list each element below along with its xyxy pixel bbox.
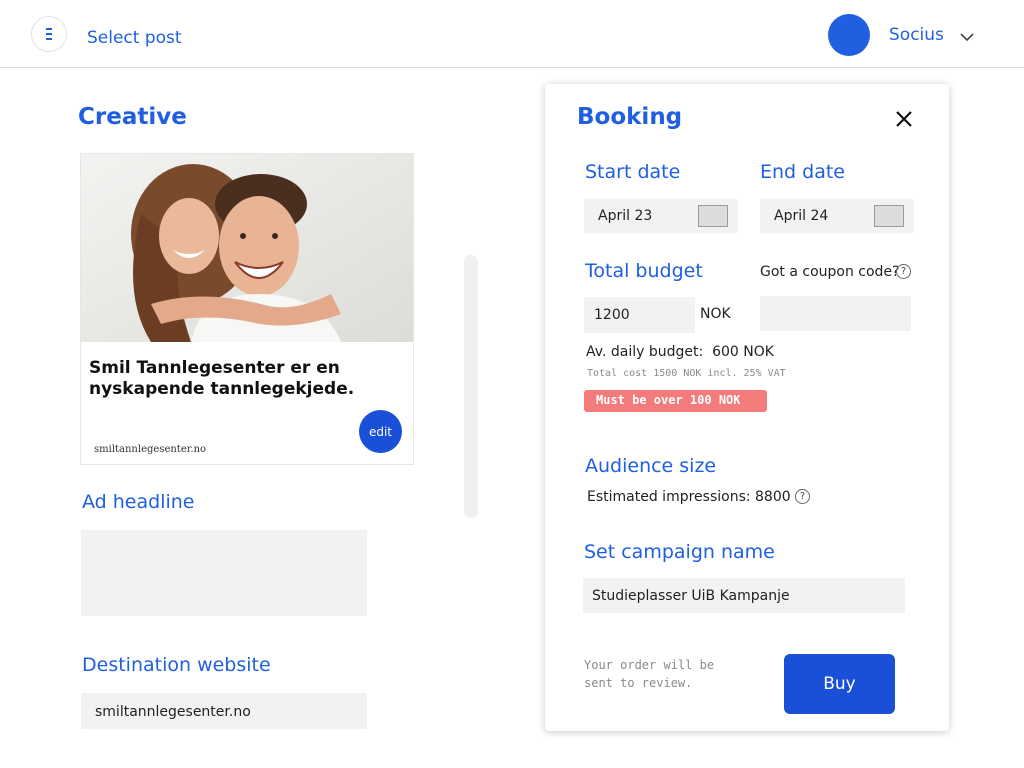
currency-label: NOK [700, 306, 731, 322]
total-budget-input[interactable]: 1200 [584, 297, 695, 333]
creative-title: Creative [78, 104, 187, 130]
campaign-name-label: Set campaign name [584, 541, 775, 563]
daily-budget-value: 600 NOK [712, 344, 774, 360]
scrollbar[interactable] [464, 255, 478, 518]
coupon-label: Got a coupon code? [760, 264, 900, 280]
user-name[interactable]: Socius [889, 25, 944, 45]
buy-button[interactable]: Buy [784, 654, 895, 714]
select-post-link[interactable]: Select post [87, 28, 182, 48]
daily-budget-label: Av. daily budget: [586, 344, 704, 360]
ad-photo [81, 154, 413, 342]
ad-headline-label: Ad headline [82, 491, 195, 513]
booking-title: Booking [577, 104, 683, 130]
destination-website-input[interactable]: smiltannlegesenter.no [81, 693, 367, 729]
ad-url: smiltannlegesenter.no [94, 444, 207, 455]
audience-size-label: Audience size [585, 455, 717, 477]
ad-body-text: Smil Tannlegesenter er en nyskapende tan… [89, 358, 355, 399]
end-date-picker-button[interactable] [874, 205, 904, 227]
booking-panel: Booking Start date April 23 End date Apr… [545, 84, 949, 731]
destination-website-label: Destination website [82, 654, 271, 676]
edit-button[interactable]: edit [359, 410, 402, 453]
start-date-label: Start date [585, 161, 681, 183]
impressions-help-icon[interactable]: ? [795, 489, 810, 504]
daily-budget: Av. daily budget: 600 NOK [586, 344, 774, 360]
end-date-label: End date [760, 161, 845, 183]
avatar[interactable] [828, 14, 870, 56]
start-date-field[interactable]: April 23 [584, 199, 738, 233]
hamburger-menu-icon[interactable] [31, 16, 67, 52]
close-icon[interactable] [894, 109, 914, 129]
end-date-value: April 24 [774, 208, 829, 224]
start-date-value: April 23 [598, 208, 653, 224]
estimated-impressions: Estimated impressions: 8800 [587, 489, 791, 505]
total-budget-label: Total budget [585, 260, 703, 282]
coupon-help-icon[interactable]: ? [896, 264, 911, 279]
review-note: Your order will be sent to review. [584, 658, 715, 690]
total-cost-note: Total cost 1500 NOK incl. 25% VAT [587, 368, 786, 379]
coupon-input[interactable] [760, 296, 911, 331]
end-date-field[interactable]: April 24 [760, 199, 914, 233]
budget-warning-badge: Must be over 100 NOK [584, 390, 767, 412]
chevron-down-icon[interactable] [958, 28, 976, 46]
ad-headline-input[interactable] [81, 530, 367, 616]
top-bar: Select post Socius [0, 0, 1024, 68]
ad-preview-card: Smil Tannlegesenter er en nyskapende tan… [80, 153, 414, 465]
start-date-picker-button[interactable] [698, 205, 728, 227]
campaign-name-input[interactable]: Studieplasser UiB Kampanje [583, 578, 905, 613]
